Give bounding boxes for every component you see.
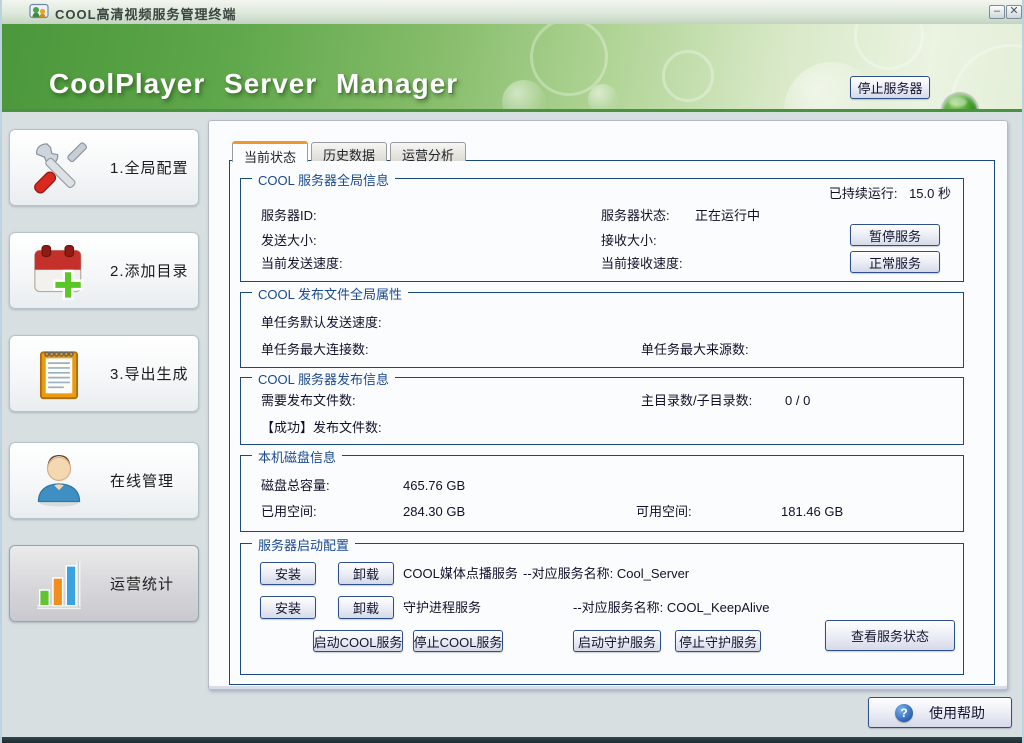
default-speed-label: 单任务默认发送速度:	[261, 315, 382, 330]
sidebar-item-online-management[interactable]: 在线管理	[9, 442, 199, 519]
sidebar-item-label: 运营统计	[110, 573, 174, 594]
group-server-startup-config: 服务器启动配置 安装 卸载 COOL媒体点播服务 --对应服务名称: Cool_…	[240, 543, 964, 675]
window-title: COOL高清视频服务管理终端	[55, 4, 237, 23]
group-title: 本机磁盘信息	[252, 447, 342, 466]
media-service-name: --对应服务名称: Cool_Server	[523, 566, 689, 581]
recv-size-label: 接收大小:	[601, 233, 657, 248]
minimize-button[interactable]: –	[989, 5, 1005, 19]
bubble-decoration	[588, 84, 618, 112]
keepalive-service-label: 守护进程服务	[403, 600, 481, 615]
uninstall-media-service-button[interactable]: 卸载	[338, 562, 394, 585]
sidebar-item-label: 3.导出生成	[110, 363, 189, 384]
group-title: 服务器启动配置	[252, 535, 355, 554]
group-publish-file-props: COOL 发布文件全局属性 单任务默认发送速度: 单任务最大连接数: 单任务最大…	[240, 292, 964, 368]
sidebar-item-label: 在线管理	[110, 470, 174, 491]
disk-free-label: 可用空间:	[636, 504, 692, 519]
uninstall-keepalive-button[interactable]: 卸载	[338, 596, 394, 619]
keepalive-service-name: --对应服务名称: COOL_KeepAlive	[573, 600, 770, 615]
uptime-value: 15.0 秒	[909, 186, 951, 201]
sidebar-item-label: 1.全局配置	[110, 157, 189, 178]
media-service-label: COOL媒体点播服务	[403, 566, 518, 581]
disk-total-value: 465.76 GB	[403, 478, 465, 493]
group-server-global-info: COOL 服务器全局信息 已持续运行: 15.0 秒 服务器ID: 服务器状态:…	[240, 178, 964, 282]
group-local-disk-info: 本机磁盘信息 磁盘总容量: 465.76 GB 已用空间: 284.30 GB …	[240, 455, 964, 532]
group-title: COOL 服务器发布信息	[252, 369, 395, 388]
dir-count-value: 0 / 0	[785, 393, 810, 408]
close-button[interactable]: ✕	[1006, 5, 1022, 19]
header-banner: CoolPlayer Server Manager 停止服务器	[2, 24, 1024, 112]
max-source-label: 单任务最大来源数:	[641, 342, 749, 357]
sidebar-item-operation-stats[interactable]: 运营统计	[9, 545, 199, 622]
success-files-label: 【成功】发布文件数:	[261, 420, 382, 435]
notepad-icon	[30, 345, 88, 403]
help-button[interactable]: ? 使用帮助	[868, 697, 1012, 728]
group-title: COOL 服务器全局信息	[252, 170, 395, 189]
server-status-label: 服务器状态:	[601, 208, 670, 223]
need-files-label: 需要发布文件数:	[261, 393, 356, 408]
install-keepalive-button[interactable]: 安装	[260, 596, 316, 619]
sidebar-item-add-directory[interactable]: 2.添加目录	[9, 232, 199, 309]
pause-service-button[interactable]: 暂停服务	[850, 224, 940, 246]
brand-title: CoolPlayer Server Manager	[49, 68, 458, 100]
server-id-label: 服务器ID:	[261, 208, 317, 223]
server-status-value: 正在运行中	[695, 208, 760, 223]
uptime: 已持续运行: 15.0 秒	[829, 186, 951, 201]
application-window: COOL高清视频服务管理终端 – ✕ CoolPlayer Server Man…	[0, 0, 1024, 743]
uptime-label: 已持续运行:	[829, 186, 898, 201]
titlebar[interactable]: COOL高清视频服务管理终端 – ✕	[2, 0, 1024, 25]
bubble-decoration	[854, 24, 924, 70]
stop-cool-service-button[interactable]: 停止COOL服务	[413, 630, 503, 652]
disk-free-value: 181.46 GB	[781, 504, 843, 519]
tab-strip: 当前状态 历史数据 运营分析	[232, 141, 466, 161]
bubble-decoration	[502, 80, 546, 112]
tab-history-data[interactable]: 历史数据	[311, 142, 387, 161]
sidebar-item-global-config[interactable]: 1.全局配置	[9, 129, 199, 206]
install-media-service-button[interactable]: 安装	[260, 562, 316, 585]
tools-icon	[30, 139, 88, 197]
stop-server-button[interactable]: 停止服务器	[850, 76, 930, 99]
max-conn-label: 单任务最大连接数:	[261, 342, 369, 357]
normal-service-button[interactable]: 正常服务	[850, 251, 940, 273]
calendar-add-icon	[30, 242, 88, 300]
send-size-label: 发送大小:	[261, 233, 317, 248]
stop-guard-service-button[interactable]: 停止守护服务	[675, 630, 761, 652]
group-title: COOL 发布文件全局属性	[252, 284, 408, 303]
view-service-status-button[interactable]: 查看服务状态	[825, 620, 955, 651]
dir-count-label: 主目录数/子目录数:	[641, 393, 752, 408]
user-icon	[30, 452, 88, 510]
start-guard-service-button[interactable]: 启动守护服务	[573, 630, 661, 652]
disk-used-label: 已用空间:	[261, 504, 317, 519]
window-bottom-edge	[2, 737, 1024, 743]
tab-current-status[interactable]: 当前状态	[232, 141, 308, 162]
disk-used-value: 284.30 GB	[403, 504, 465, 519]
sidebar-item-label: 2.添加目录	[110, 260, 189, 281]
start-cool-service-button[interactable]: 启动COOL服务	[313, 630, 403, 652]
recv-speed-label: 当前接收速度:	[601, 256, 683, 271]
question-mark-icon: ?	[895, 704, 913, 722]
bubble-decoration	[662, 50, 714, 102]
sidebar-item-export-generate[interactable]: 3.导出生成	[9, 335, 199, 412]
disk-total-label: 磁盘总容量:	[261, 478, 330, 493]
tab-operation-analysis[interactable]: 运营分析	[390, 142, 466, 161]
app-icon	[29, 2, 49, 22]
help-button-label: 使用帮助	[929, 703, 985, 723]
send-speed-label: 当前发送速度:	[261, 256, 343, 271]
group-server-publish-info: COOL 服务器发布信息 需要发布文件数: 主目录数/子目录数: 0 / 0 【…	[240, 377, 964, 445]
bar-chart-icon	[30, 555, 88, 613]
